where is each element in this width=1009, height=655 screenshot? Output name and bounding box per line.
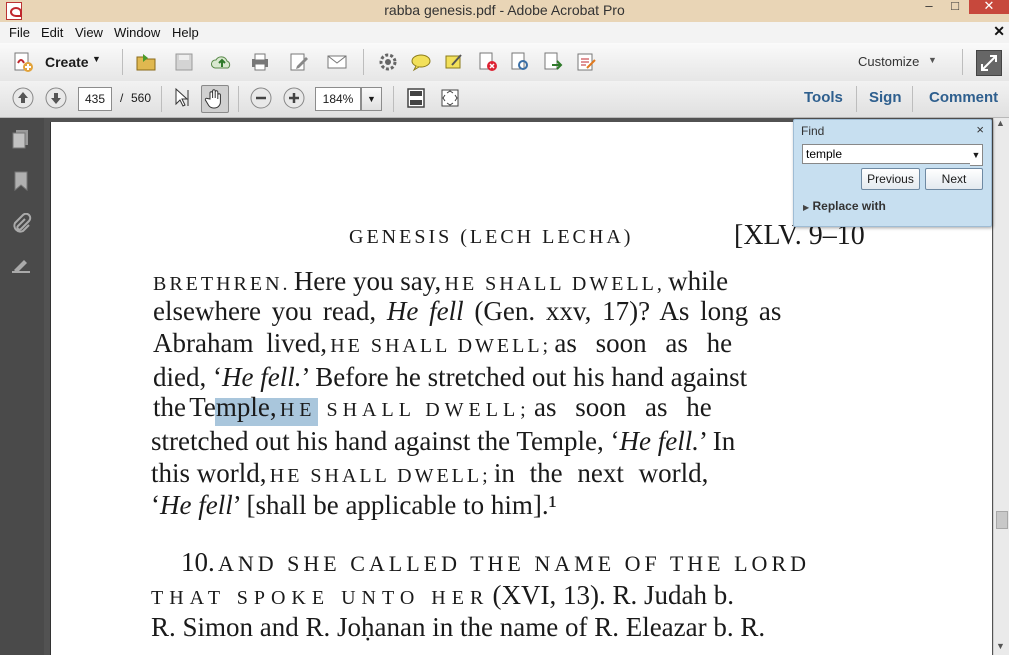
create-pdf-icon	[14, 52, 33, 72]
hand-tool-button[interactable]	[201, 85, 229, 113]
scroll-down-icon[interactable]: ▼	[996, 641, 1005, 651]
customize-label: Customize	[858, 54, 920, 69]
navigation-pane	[0, 118, 45, 655]
page-thumbnails-icon[interactable]	[10, 128, 32, 150]
page-total: 560	[131, 91, 152, 105]
tools-link[interactable]: Tools	[804, 89, 843, 106]
menu-view[interactable]: View	[75, 25, 103, 40]
running-header: GENESIS (LECH LECHA)	[349, 226, 634, 248]
cloud-upload-icon[interactable]	[211, 51, 233, 73]
extract-pages-icon[interactable]	[509, 51, 531, 73]
email-icon[interactable]	[326, 51, 348, 73]
close-window-button[interactable]: ✕	[969, 0, 1009, 14]
search-hit-word: Temple,	[189, 392, 277, 422]
create-button[interactable]: Create ▼	[10, 49, 110, 75]
comment-icon[interactable]	[410, 51, 432, 73]
comment-link[interactable]: Comment	[929, 89, 998, 106]
text-line: 10. AND SHE CALLED THE NAME OF THE LORD	[181, 547, 811, 577]
create-label: Create	[45, 54, 89, 70]
full-screen-button[interactable]	[976, 50, 1002, 76]
page-separator: /	[120, 91, 124, 105]
zoom-dropdown-icon[interactable]: ▼	[361, 87, 382, 111]
scrollbar-thumb[interactable]	[996, 511, 1008, 529]
find-input[interactable]: temple	[802, 144, 976, 164]
edit-document-icon[interactable]	[288, 51, 310, 73]
title-bar: rabba genesis.pdf - Adobe Acrobat Pro – …	[0, 0, 1009, 22]
previous-page-icon[interactable]	[12, 87, 34, 109]
sign-link[interactable]: Sign	[869, 89, 902, 106]
expand-arrow-icon: ▶	[803, 203, 810, 212]
gear-icon[interactable]	[377, 51, 399, 73]
close-find-icon[interactable]: ×	[976, 122, 984, 137]
menu-file[interactable]: File	[9, 25, 30, 40]
delete-pages-icon[interactable]	[477, 51, 499, 73]
fit-width-icon[interactable]	[439, 87, 461, 109]
menu-bar: File Edit View Window Help ✕	[0, 22, 1009, 44]
find-dropdown-icon[interactable]: ▼	[970, 144, 983, 166]
text-line: ‘He fell’ [shall be applicable to him].¹	[151, 490, 557, 520]
create-dropdown-icon: ▼	[92, 54, 101, 64]
menu-edit[interactable]: Edit	[41, 25, 63, 40]
scroll-up-icon[interactable]: ▲	[996, 118, 1005, 128]
close-document-icon[interactable]: ✕	[993, 23, 1005, 40]
text-line: the Temple, HE SHALL DWELL; as soon as h…	[153, 392, 712, 422]
replace-with-toggle[interactable]: ▶ Replace with	[803, 199, 886, 213]
window-title: rabba genesis.pdf - Adobe Acrobat Pro	[384, 2, 625, 18]
text-line: died, ‘He fell.’ Before he stretched out…	[153, 362, 748, 392]
attachments-icon[interactable]	[10, 213, 32, 235]
minimize-icon[interactable]: –	[916, 0, 942, 14]
open-folder-icon[interactable]	[135, 51, 157, 73]
text-line: BRETHREN. Here you say, HE SHALL DWELL, …	[153, 266, 729, 296]
text-line: R. Simon and R. Joḥanan in the name of R…	[151, 612, 766, 642]
menu-window[interactable]: Window	[114, 25, 160, 40]
navigation-toolbar: 435 / 560 184% ▼ Tools Sign Comment	[0, 81, 1009, 118]
print-icon[interactable]	[249, 51, 271, 73]
hand-icon	[204, 89, 221, 109]
zoom-out-icon[interactable]	[250, 87, 272, 109]
text-line: THAT SPOKE UNTO HER (XVI, 13). R. Judah …	[151, 580, 735, 610]
select-cursor-icon[interactable]	[171, 87, 193, 109]
maximize-icon[interactable]: □	[942, 0, 968, 14]
page-number-input[interactable]: 435	[78, 87, 112, 111]
highlight-text-icon[interactable]	[443, 51, 465, 73]
customize-dropdown-icon: ▼	[928, 55, 937, 65]
fill-sign-icon[interactable]	[575, 51, 597, 73]
find-panel: Find × temple ▼ Previous Next ▶ Replace …	[793, 119, 992, 227]
text-line: elsewhere you read, He fell (Gen. xxv, 1…	[153, 296, 782, 326]
insert-pages-icon[interactable]	[542, 51, 564, 73]
fit-page-icon[interactable]	[405, 87, 427, 109]
signatures-icon[interactable]	[10, 256, 32, 278]
vertical-scrollbar[interactable]: ▲ ▼	[993, 118, 1009, 655]
next-page-icon[interactable]	[45, 87, 67, 109]
find-next-button[interactable]: Next	[925, 168, 983, 190]
expand-icon	[981, 55, 997, 71]
text-line: stretched out his hand against the Templ…	[151, 426, 736, 456]
menu-help[interactable]: Help	[172, 25, 199, 40]
text-line: Abraham lived, HE SHALL DWELL; as soon a…	[153, 328, 733, 358]
text-line: this world, HE SHALL DWELL; in the next …	[151, 458, 709, 488]
bookmarks-icon[interactable]	[10, 170, 32, 192]
zoom-in-icon[interactable]	[283, 87, 305, 109]
find-title: Find	[801, 124, 825, 138]
main-toolbar: Create ▼ Customize ▼	[0, 43, 1009, 82]
save-icon[interactable]	[173, 51, 195, 73]
find-previous-button[interactable]: Previous	[861, 168, 920, 190]
zoom-level-input[interactable]: 184%	[315, 87, 361, 111]
